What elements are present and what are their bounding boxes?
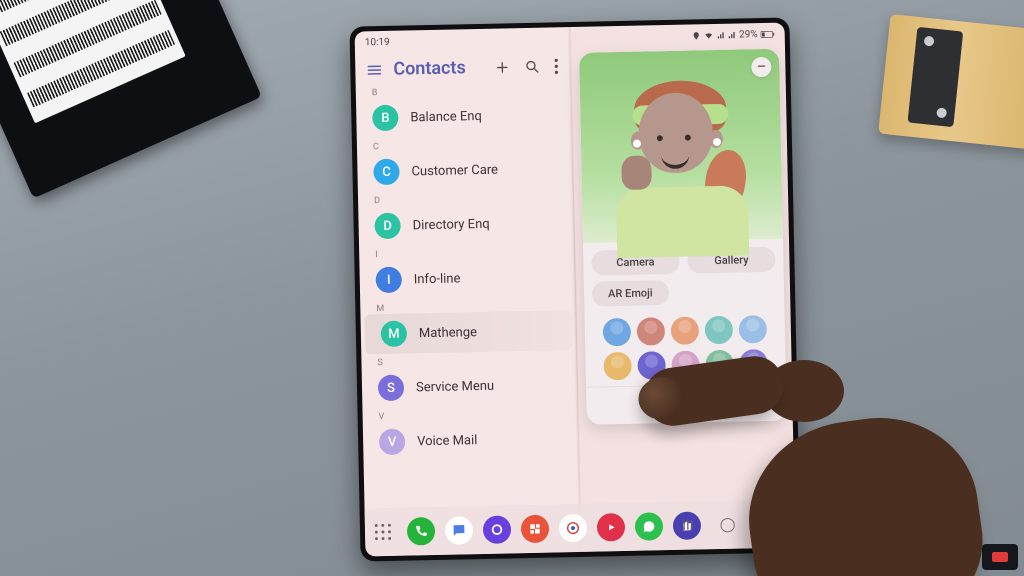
avatar-option[interactable] [637,317,666,346]
location-icon [692,31,701,40]
device-frame: 10:19 29% [349,17,800,561]
avatar-option[interactable] [603,352,632,381]
channel-badge [982,544,1018,570]
contact-row[interactable]: S Service Menu [362,364,578,408]
contact-name: Info-line [414,271,461,287]
contact-avatar: C [373,159,400,186]
app-drawer-icon[interactable] [373,522,393,542]
avatar-option[interactable] [739,349,768,378]
avatar-option[interactable] [705,316,734,345]
product-box-label [0,0,186,123]
back-nav-icon[interactable]: 〈 [762,514,776,534]
contact-name: Service Menu [416,378,494,395]
recents-nav-icon[interactable]: III [682,518,694,534]
contact-name: Customer Care [411,162,498,179]
messages-app-icon[interactable] [445,516,474,545]
menu-icon[interactable] [365,60,383,78]
wifi-icon [704,31,714,40]
signal-icon [728,30,736,39]
contact-photo-picker: – Camera Gallery [579,49,787,425]
contact-avatar: M [381,321,408,348]
taskbar: III ◯ 〈 [365,499,796,556]
whatsapp-app-icon[interactable] [635,512,664,541]
contact-row[interactable]: D Directory Enq [358,202,574,246]
avatar-option[interactable] [603,318,632,347]
contact-row[interactable]: V Voice Mail [363,418,579,462]
contact-row[interactable]: M Mathenge [364,310,572,354]
contact-avatar: V [379,429,406,456]
remove-photo-button[interactable]: – [751,57,771,77]
contacts-list[interactable]: BB Balance Enq CC Customer Care DD Directory … [356,80,579,462]
battery-percent: 29% [739,29,758,40]
ar-emoji-chip[interactable]: AR Emoji [592,280,669,307]
barcode-icon [27,30,175,108]
settings-app-icon[interactable] [559,514,588,543]
battery-icon [761,29,775,38]
contact-photo-preview: – [579,49,783,243]
contact-row[interactable]: I Info-line [359,256,575,300]
photo-scene: Galaxy Z Fold6 10:19 29% [0,0,1024,576]
avatar-option[interactable] [637,351,666,380]
contact-avatar: S [378,375,405,402]
signal-icon [717,30,725,39]
contacts-header: Contacts [355,49,571,84]
contact-avatar: I [375,267,402,294]
contact-name: Voice Mail [417,433,478,449]
browser-app-icon[interactable] [483,515,512,544]
phone-app-icon[interactable] [407,517,436,546]
contacts-pane: Contacts BB Balance Enq CC Customer Care [355,49,579,508]
avatar-option[interactable] [739,315,768,344]
status-time: 10:19 [365,36,390,48]
contact-row[interactable]: B Balance Enq [356,94,572,138]
avatar-option-grid [592,309,777,383]
more-icon[interactable] [554,58,558,74]
contact-avatar: B [372,105,399,132]
avatar-option[interactable] [671,350,700,379]
contact-name: Mathenge [419,325,477,341]
nav-bar: III ◯ 〈 [668,500,789,551]
product-box: Galaxy Z Fold6 [0,0,262,198]
contact-name: Balance Enq [410,108,482,124]
device-screen: 10:19 29% [355,23,796,557]
contact-name: Directory Enq [412,216,489,233]
news-app-icon[interactable] [521,515,550,544]
status-indicators: 29% [692,28,775,41]
home-nav-icon[interactable]: ◯ [720,517,736,533]
contact-row[interactable]: C Customer Care [357,148,573,192]
contact-avatar: D [374,213,401,240]
cancel-button[interactable]: Cancel [586,383,787,425]
search-icon[interactable] [524,58,540,74]
add-contact-icon[interactable] [494,59,510,75]
wooden-clamp [878,14,1024,150]
contacts-title: Contacts [393,57,488,80]
avatar-option[interactable] [671,316,700,345]
avatar-option[interactable] [705,350,734,379]
youtube-app-icon[interactable] [597,513,626,542]
